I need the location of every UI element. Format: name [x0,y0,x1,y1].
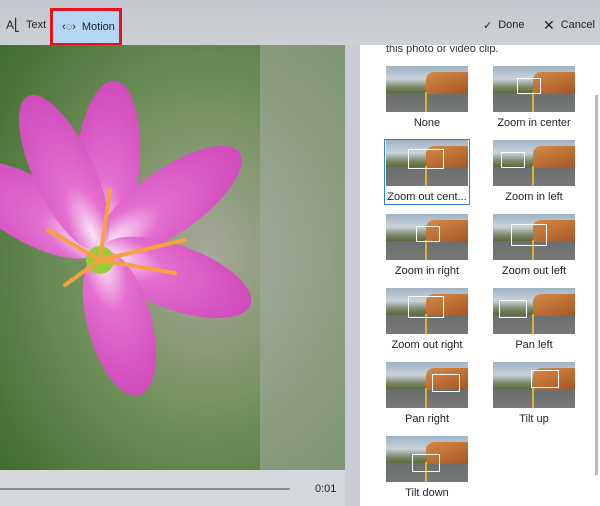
cancel-button[interactable]: ✕ Cancel [543,14,595,36]
done-label: Done [498,19,525,31]
motion-thumbnail [386,436,468,482]
motion-option-label: Zoom out left [501,265,567,277]
motion-thumbnail [386,362,468,408]
close-icon: ✕ [543,16,555,33]
motion-frame-indicator [517,78,541,94]
text-button[interactable]: A⎣ Text [6,14,46,36]
motion-option-label: Zoom in center [497,117,571,129]
motion-option[interactable]: Zoom out cent... [384,139,470,205]
time-label: 0:01 [315,483,337,495]
motion-option[interactable]: Tilt up [492,362,576,426]
motion-option[interactable]: Pan left [492,288,576,352]
motion-thumbnail [493,288,575,334]
motion-frame-indicator [412,454,440,472]
motion-frame-indicator [499,300,527,318]
motion-frame-indicator [501,152,525,168]
motion-option[interactable]: Zoom in center [492,66,576,130]
motion-option-label: Zoom out right [391,339,463,351]
motion-option-label: Tilt down [405,487,449,499]
motion-option[interactable]: Zoom in right [385,214,469,278]
motion-option-label: Pan left [515,339,553,351]
motion-option-label: None [413,117,441,129]
motion-panel: this photo or video clip. None Zoom in ce… [360,45,600,506]
motion-option-label: Zoom in left [505,191,563,203]
motion-thumbnail [386,288,468,334]
motion-option[interactable]: Tilt down [385,436,469,500]
text-label: Text [26,19,47,31]
motion-option[interactable]: Zoom out right [385,288,469,352]
motion-thumbnail [493,66,575,112]
motion-option-label: Pan right [404,413,450,425]
motion-thumbnail [386,66,468,112]
panel-intro: this photo or video clip. [386,45,499,55]
motion-icon: ‹◌› [62,21,76,33]
scrollbar[interactable] [595,95,598,475]
text-icon: A⎣ [6,18,21,32]
cancel-label: Cancel [560,19,595,31]
motion-frame-indicator [511,224,547,246]
motion-button[interactable]: ‹◌› Motion [50,8,122,46]
motion-thumbnail [493,214,575,260]
check-icon: ✓ [483,19,493,32]
timeline: 0:01 [0,470,345,506]
motion-option-label: Zoom in right [394,265,460,277]
motion-thumbnail [386,140,468,186]
toolbar: A⎣ Text ‹◌› Motion ✓ Done ✕ Cancel [0,0,600,46]
motion-option[interactable]: None [385,66,469,130]
motion-frame-indicator [432,374,460,392]
motion-option-label: Tilt up [519,413,549,425]
motion-frame-indicator [408,296,444,318]
motion-option[interactable]: Pan right [385,362,469,426]
motion-thumbnail [386,214,468,260]
motion-option[interactable]: Zoom out left [492,214,576,278]
motion-option-label: Zoom out cent... [387,191,467,203]
motion-frame-indicator [408,149,444,169]
motion-label: Motion [81,21,115,33]
photo-preview [0,45,345,470]
motion-option[interactable]: Zoom in left [492,140,576,204]
done-button[interactable]: ✓ Done [483,14,525,36]
motion-frame-indicator [416,226,440,242]
motion-thumbnail [493,362,575,408]
motion-frame-indicator [531,370,559,388]
timeline-slider[interactable] [0,488,290,490]
motion-thumbnail [493,140,575,186]
